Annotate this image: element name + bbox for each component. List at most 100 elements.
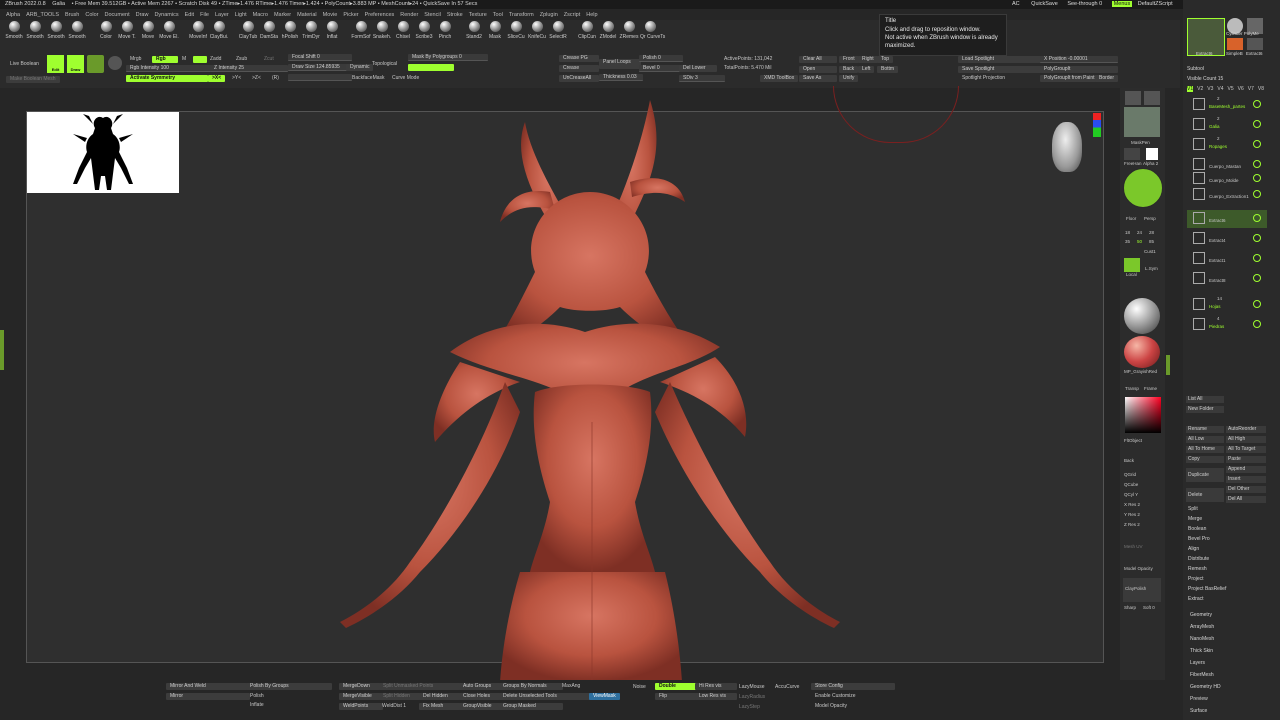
- subpanel-split[interactable]: Split: [1188, 506, 1276, 512]
- lsym-label[interactable]: L.Sym: [1145, 266, 1158, 271]
- menu-preferences[interactable]: Preferences: [365, 10, 395, 20]
- persp-label[interactable]: Persp: [1144, 216, 1156, 221]
- palette-surface[interactable]: Surface: [1190, 708, 1278, 714]
- polish-slider[interactable]: Polish 0: [639, 55, 683, 62]
- brush-smooth[interactable]: Smooth: [4, 21, 24, 40]
- subtool-all-high-button[interactable]: All High: [1226, 436, 1266, 443]
- mesh-uv-button[interactable]: Mesh UV: [1124, 544, 1143, 549]
- menu-edit[interactable]: Edit: [185, 10, 194, 20]
- menu-tool[interactable]: Tool: [493, 10, 503, 20]
- crease-button[interactable]: Crease: [559, 65, 599, 72]
- subpanel-merge[interactable]: Merge: [1188, 516, 1276, 522]
- eye-icon[interactable]: [1253, 100, 1261, 108]
- eye-icon[interactable]: [1253, 214, 1261, 222]
- model-opacity-slider[interactable]: Model Opacity: [811, 703, 851, 710]
- subpanel-remesh[interactable]: Remesh: [1188, 566, 1276, 572]
- delete-unselected-tools-button[interactable]: Delete Unselected Tools: [499, 693, 591, 700]
- subpanel-extract[interactable]: Extract: [1188, 596, 1276, 602]
- brush-mask[interactable]: Mask: [485, 21, 505, 40]
- group-masked-button[interactable]: Group Masked: [499, 703, 563, 710]
- subtool-all-low-button[interactable]: All Low: [1186, 436, 1224, 443]
- hi-res-vis-button[interactable]: Hi Res vis: [695, 683, 737, 690]
- level-v4[interactable]: V4: [1217, 86, 1223, 92]
- brush-damsta[interactable]: DamSta: [259, 21, 279, 40]
- eye-icon[interactable]: [1253, 300, 1261, 308]
- see-through-slider[interactable]: See-through 0: [1067, 1, 1102, 7]
- brush-move[interactable]: Move: [138, 21, 158, 40]
- quicksave-button[interactable]: QuickSave: [1031, 1, 1058, 7]
- menu-texture[interactable]: Texture: [469, 10, 487, 20]
- auto-groups-button[interactable]: Auto Groups: [459, 683, 503, 690]
- subtool-new-folder-button[interactable]: New Folder: [1186, 406, 1224, 413]
- fix-mesh-button[interactable]: Fix Mesh: [419, 703, 463, 710]
- brush-chisel[interactable]: Chisel: [393, 21, 413, 40]
- brush-stand2[interactable]: Stand2: [464, 21, 484, 40]
- stroke-slider[interactable]: [288, 74, 352, 81]
- merge-down-button[interactable]: MergeDown: [339, 683, 383, 690]
- maskpen-brush-icon[interactable]: [1124, 107, 1160, 137]
- qcube-button[interactable]: QCube: [1124, 482, 1138, 487]
- menu-stencil[interactable]: Stencil: [424, 10, 441, 20]
- mask-mode-button[interactable]: [408, 64, 454, 71]
- view-mask-button[interactable]: ViewMask: [589, 693, 620, 700]
- subtool-insert-button[interactable]: Insert: [1226, 476, 1266, 483]
- material-sphere-icon[interactable]: [1124, 298, 1160, 334]
- eye-icon[interactable]: [1253, 234, 1261, 242]
- frame-label[interactable]: Frame: [1144, 386, 1157, 391]
- brush-slicecu[interactable]: SliceCu: [506, 21, 526, 40]
- sym-y-button[interactable]: >Y<: [228, 75, 245, 82]
- front-button[interactable]: Front: [839, 56, 859, 63]
- group-visible-button[interactable]: GroupVisible: [459, 703, 503, 710]
- sharp-slider[interactable]: Sharp: [1124, 605, 1136, 610]
- activate-symmetry-button[interactable]: Activate Symmetry: [126, 75, 208, 82]
- clear-all-button[interactable]: Clear All: [799, 56, 837, 63]
- menu-marker[interactable]: Marker: [274, 10, 291, 20]
- mirror-button[interactable]: Mirror: [166, 693, 250, 700]
- floor-label[interactable]: Floor: [1126, 216, 1136, 221]
- draw-button[interactable]: Draw: [67, 55, 84, 73]
- sculpt-model[interactable]: [320, 92, 860, 682]
- subtool-delete-button[interactable]: Delete: [1186, 488, 1224, 502]
- level-v5[interactable]: V5: [1228, 86, 1234, 92]
- subpanel-bevel-pro[interactable]: Bevel Pro: [1188, 536, 1276, 542]
- bottom-button[interactable]: Bottm: [877, 66, 899, 73]
- menu-color[interactable]: Color: [85, 10, 98, 20]
- level-v2[interactable]: V2: [1197, 86, 1203, 92]
- split-unmasked-button[interactable]: Split Unmasked Points: [379, 683, 463, 690]
- brush-trimdyr[interactable]: TrimDyr: [301, 21, 321, 40]
- low-res-vis-button[interactable]: Low Res vis: [695, 693, 737, 700]
- cust1-label[interactable]: Cust1: [1144, 249, 1156, 254]
- fov-18[interactable]: 18: [1125, 230, 1130, 235]
- menu-draw[interactable]: Draw: [136, 10, 149, 20]
- model-opacity-slider[interactable]: Model Opacity: [1124, 566, 1153, 571]
- brush-claybui-[interactable]: ClayBui.: [209, 21, 229, 40]
- subtool-append-button[interactable]: Append: [1226, 466, 1266, 473]
- level-v1[interactable]: V1: [1187, 86, 1194, 92]
- subtool-del-other-button[interactable]: Del Other: [1226, 486, 1266, 493]
- xmd-toolbox-button[interactable]: XMD ToolBox: [760, 75, 799, 82]
- subpanel-project-basrelief[interactable]: Project BasRelief: [1188, 586, 1276, 592]
- fov-85[interactable]: 85: [1149, 239, 1154, 244]
- z-intensity-slider[interactable]: Z Intensity 25: [210, 65, 288, 72]
- level-v7[interactable]: V7: [1248, 86, 1254, 92]
- soft-slider[interactable]: Soft 0: [1143, 605, 1155, 610]
- subtool-item[interactable]: Extract1: [1187, 250, 1267, 268]
- noise-button[interactable]: Noise: [629, 684, 650, 691]
- backface-mask-button[interactable]: BackfaceMask: [348, 75, 389, 82]
- eye-icon[interactable]: [1253, 274, 1261, 282]
- panel-loops-button[interactable]: Panel Loops: [599, 59, 641, 69]
- brush-claytub[interactable]: ClayTub: [238, 21, 258, 40]
- qcyl-button[interactable]: QCyl Y: [1124, 492, 1138, 497]
- menu-layer[interactable]: Layer: [215, 10, 229, 20]
- a-button[interactable]: [193, 56, 207, 63]
- sym-x-button[interactable]: >X<: [208, 75, 226, 82]
- brush-smooth[interactable]: Smooth: [25, 21, 45, 40]
- border-button[interactable]: Border: [1095, 75, 1119, 82]
- thickness-slider[interactable]: Thickness 0.03: [599, 74, 643, 81]
- sdiv-slider[interactable]: SDiv 3: [679, 75, 725, 82]
- sym-z-button[interactable]: >Z<: [248, 75, 265, 82]
- brush-moveinf[interactable]: MoveInf: [188, 21, 208, 40]
- groups-by-normals-button[interactable]: Groups By Normals: [499, 683, 563, 690]
- zcut-button[interactable]: Zcut: [260, 56, 278, 63]
- menu-stroke[interactable]: Stroke: [447, 10, 463, 20]
